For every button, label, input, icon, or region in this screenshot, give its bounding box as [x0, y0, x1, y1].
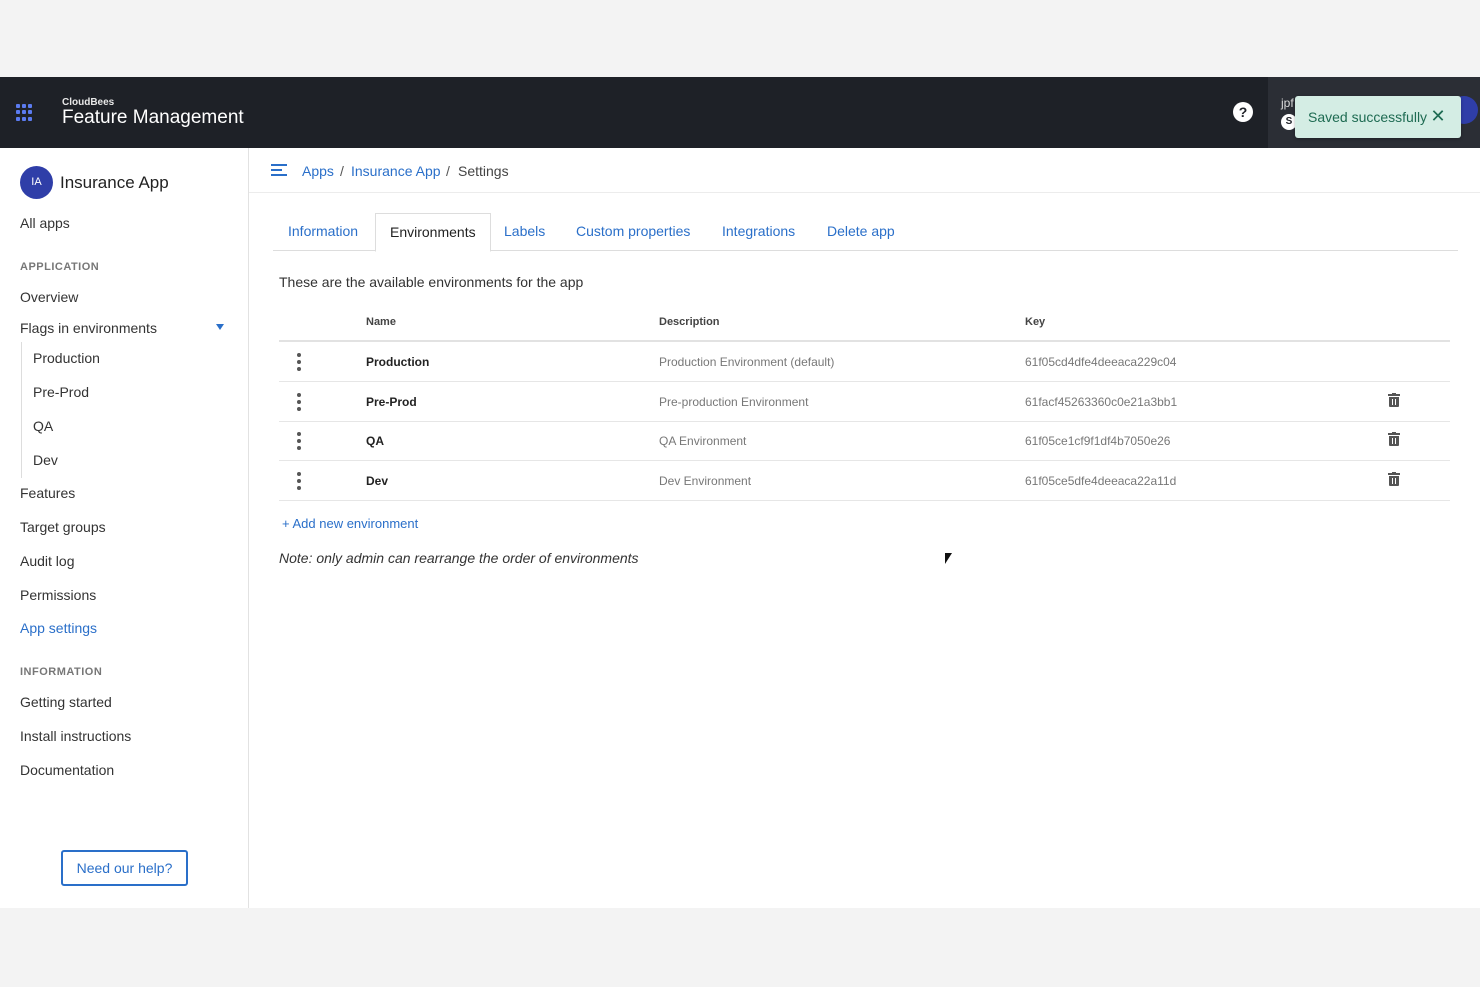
table-header: Name Description Key	[279, 304, 1450, 342]
success-toast: Saved successfully ✕	[1295, 96, 1461, 138]
app-name: Insurance App	[60, 173, 169, 192]
trash-icon[interactable]	[1388, 432, 1400, 447]
drag-handle-icon[interactable]	[296, 472, 302, 490]
tab-integrations[interactable]: Integrations	[722, 213, 795, 249]
column-header-description: Description	[659, 316, 720, 328]
breadcrumb-insurance-app[interactable]: Insurance App	[351, 163, 441, 179]
sidebar-item-overview[interactable]: Overview	[20, 289, 78, 305]
app-avatar: IA	[20, 166, 53, 199]
table-row: Pre-Prod Pre-production Environment 61fa…	[279, 382, 1450, 422]
trash-icon[interactable]	[1388, 472, 1400, 487]
table-row: Dev Dev Environment 61f05ce5dfe4deeaca22…	[279, 461, 1450, 501]
env-name: Pre-Prod	[366, 395, 417, 409]
env-name: Dev	[366, 474, 389, 488]
env-key: 61f05cd4dfe4deeaca229c04	[1025, 355, 1177, 369]
env-description: QA Environment	[659, 434, 747, 448]
submenu-rail	[21, 342, 22, 478]
sidebar-item-documentation[interactable]: Documentation	[20, 762, 114, 778]
sidebar-item-app-settings[interactable]: App settings	[20, 620, 97, 636]
tab-environments[interactable]: Environments	[375, 213, 491, 252]
table-row: QA QA Environment 61f05ce1cf9f1df4b7050e…	[279, 421, 1450, 461]
tab-labels[interactable]: Labels	[504, 213, 545, 249]
sidebar: IA Insurance App All apps APPLICATION Ov…	[0, 148, 249, 908]
table-row: Production Production Environment (defau…	[279, 342, 1450, 382]
breadcrumb-current: Settings	[458, 163, 509, 179]
env-name: QA	[366, 434, 384, 448]
app-window: CloudBees Feature Management ? jpf S Sav…	[0, 77, 1480, 908]
collapse-menu-icon[interactable]	[271, 164, 287, 176]
breadcrumb: Apps / Insurance App / Settings	[249, 148, 1480, 193]
sidebar-item-install-instructions[interactable]: Install instructions	[20, 728, 131, 744]
toast-message: Saved successfully	[1308, 109, 1428, 125]
tab-information[interactable]: Information	[288, 213, 358, 249]
sidebar-item-features[interactable]: Features	[20, 485, 75, 501]
env-key: 61f05ce5dfe4deeaca22a11d	[1025, 474, 1177, 488]
close-icon[interactable]: ✕	[1430, 106, 1446, 126]
brand-product: Feature Management	[62, 107, 244, 128]
breadcrumb-separator: /	[340, 163, 344, 179]
drag-handle-icon[interactable]	[296, 353, 302, 371]
user-name: jpf	[1281, 96, 1294, 110]
tab-delete-app[interactable]: Delete app	[827, 213, 895, 249]
tab-custom-properties[interactable]: Custom properties	[576, 213, 690, 249]
env-key: 61f05ce1cf9f1df4b7050e26	[1025, 434, 1171, 448]
main-content: Apps / Insurance App / Settings Informat…	[249, 148, 1480, 908]
drag-handle-icon[interactable]	[296, 432, 302, 450]
sidebar-item-flags-in-environments[interactable]: Flags in environments	[20, 320, 157, 336]
sidebar-item-env-production[interactable]: Production	[33, 350, 100, 366]
section-information: INFORMATION	[20, 666, 103, 678]
env-description: Dev Environment	[659, 474, 752, 488]
trash-icon[interactable]	[1388, 393, 1400, 408]
env-key: 61facf45263360c0e21a3bb1	[1025, 395, 1178, 409]
column-header-key: Key	[1025, 316, 1046, 328]
column-header-name: Name	[366, 316, 396, 328]
drag-handle-icon[interactable]	[296, 393, 302, 411]
sidebar-item-target-groups[interactable]: Target groups	[20, 519, 106, 535]
top-bar: CloudBees Feature Management ? jpf S Sav…	[0, 77, 1480, 148]
settings-tabs: Information Environments Labels Custom p…	[273, 213, 1458, 252]
breadcrumb-separator: /	[446, 163, 450, 179]
sidebar-item-getting-started[interactable]: Getting started	[20, 694, 112, 710]
admin-note: Note: only admin can rearrange the order…	[279, 550, 639, 566]
app-grid-icon[interactable]	[16, 104, 33, 121]
breadcrumb-apps[interactable]: Apps	[302, 163, 334, 179]
sidebar-item-env-dev[interactable]: Dev	[33, 452, 58, 468]
env-description: Pre-production Environment	[659, 395, 809, 409]
env-description: Production Environment (default)	[659, 355, 835, 369]
sidebar-item-audit-log[interactable]: Audit log	[20, 553, 74, 569]
env-name: Production	[366, 355, 430, 369]
environments-intro: These are the available environments for…	[279, 274, 584, 290]
sidebar-item-all-apps[interactable]: All apps	[20, 215, 70, 231]
sidebar-item-env-pre-prod[interactable]: Pre-Prod	[33, 384, 89, 400]
add-environment-link[interactable]: + Add new environment	[282, 516, 418, 531]
mouse-cursor-icon	[945, 553, 952, 564]
chevron-down-icon[interactable]	[216, 324, 224, 330]
sidebar-item-permissions[interactable]: Permissions	[20, 587, 96, 603]
need-help-button[interactable]: Need our help?	[61, 850, 188, 886]
help-icon[interactable]: ?	[1233, 102, 1253, 122]
sidebar-item-env-qa[interactable]: QA	[33, 418, 53, 434]
section-application: APPLICATION	[20, 261, 100, 273]
